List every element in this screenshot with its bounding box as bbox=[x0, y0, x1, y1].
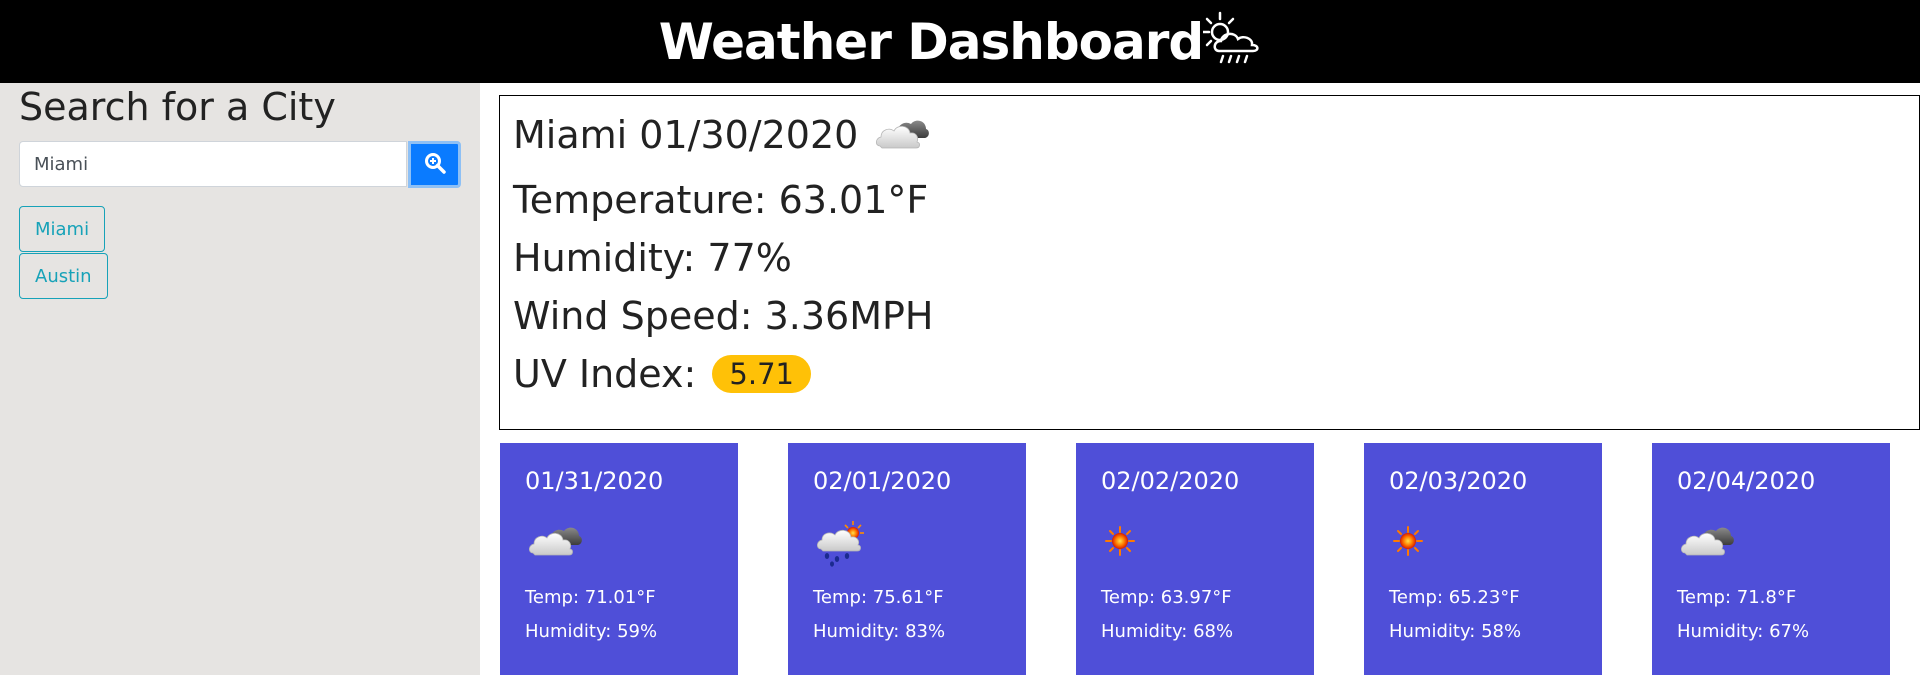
history-button-austin[interactable]: Austin bbox=[19, 253, 108, 299]
city-search-input[interactable] bbox=[19, 141, 407, 187]
search-sidebar: Search for a City Miami Austin bbox=[0, 83, 480, 675]
forecast-date: 01/31/2020 bbox=[525, 467, 664, 495]
forecast-card: 01/31/2020 Temp: 71.01°F Humidity: 59% bbox=[500, 443, 738, 675]
forecast-humidity: Humidity: 67% bbox=[1677, 621, 1810, 642]
forecast-temp: Temp: 65.23°F bbox=[1389, 587, 1520, 608]
sun-icon bbox=[1391, 519, 1447, 567]
forecast-card: 02/01/2020 Temp: 75.61°F Humidity: 83% bbox=[788, 443, 1026, 675]
forecast-temp: Temp: 75.61°F bbox=[813, 587, 944, 608]
forecast-date: 02/03/2020 bbox=[1389, 467, 1528, 495]
forecast-humidity: Humidity: 83% bbox=[813, 621, 946, 642]
uv-index-badge: 5.71 bbox=[712, 354, 811, 393]
current-temperature: Temperature: 63.01°F bbox=[513, 178, 929, 222]
current-city-date-row: Miami 01/30/2020 bbox=[513, 112, 930, 163]
search-heading: Search for a City bbox=[19, 85, 336, 129]
forecast-card: 02/03/2020 Temp: 65.23°F Humidity: 58% bbox=[1364, 443, 1602, 675]
current-weather-panel: Miami 01/30/2020 Temperature: 63.01°F Hu… bbox=[499, 95, 1920, 430]
forecast-card: 02/04/2020 Temp: 71.8°F Humidity: 67% bbox=[1652, 443, 1890, 675]
search-button[interactable] bbox=[408, 141, 461, 188]
partly-cloudy-icon bbox=[527, 519, 583, 567]
forecast-humidity: Humidity: 68% bbox=[1101, 621, 1234, 642]
uv-index-label: UV Index: bbox=[513, 352, 697, 396]
rain-sun-icon bbox=[815, 519, 871, 567]
forecast-temp: Temp: 71.01°F bbox=[525, 587, 656, 608]
forecast-humidity: Humidity: 59% bbox=[525, 621, 658, 642]
app-header: Weather Dashboard bbox=[0, 0, 1920, 83]
partly-cloudy-icon bbox=[874, 112, 930, 163]
sun-behind-rain-cloud-icon bbox=[1201, 11, 1261, 69]
current-humidity: Humidity: 77% bbox=[513, 236, 792, 280]
forecast-card: 02/02/2020 Temp: 63.97°F Humidity: 68% bbox=[1076, 443, 1314, 675]
forecast-date: 02/02/2020 bbox=[1101, 467, 1240, 495]
forecast-temp: Temp: 63.97°F bbox=[1101, 587, 1232, 608]
app-title: Weather Dashboard bbox=[658, 12, 1204, 71]
forecast-date: 02/04/2020 bbox=[1677, 467, 1816, 495]
search-icon bbox=[424, 152, 446, 178]
sun-icon bbox=[1103, 519, 1159, 567]
forecast-date: 02/01/2020 bbox=[813, 467, 952, 495]
partly-cloudy-icon bbox=[1679, 519, 1735, 567]
history-button-miami[interactable]: Miami bbox=[19, 206, 106, 252]
current-uv-row: UV Index: 5.71 bbox=[513, 352, 811, 396]
current-city-date: Miami 01/30/2020 bbox=[513, 113, 859, 157]
forecast-temp: Temp: 71.8°F bbox=[1677, 587, 1797, 608]
current-wind-speed: Wind Speed: 3.36MPH bbox=[513, 294, 934, 338]
forecast-humidity: Humidity: 58% bbox=[1389, 621, 1522, 642]
